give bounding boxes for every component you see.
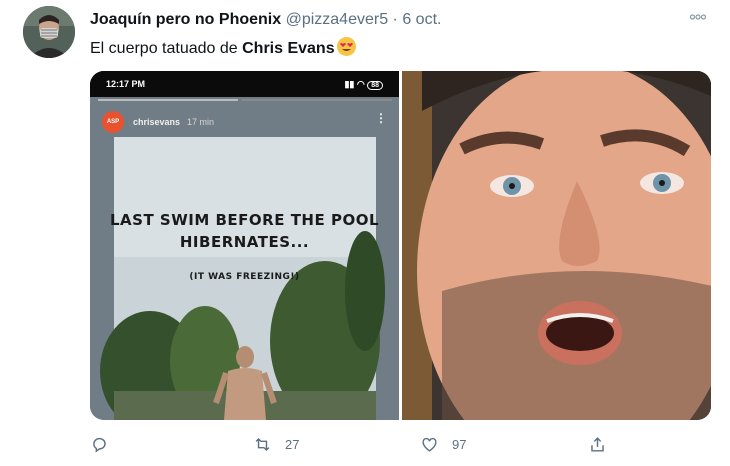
reply-icon: [93, 437, 106, 453]
like-button[interactable]: 97: [420, 430, 466, 458]
status-icons: ▮▮ ◠ 88: [344, 79, 383, 90]
status-time: 12:17 PM: [106, 79, 146, 89]
story-more-icon: ⋮: [375, 111, 387, 125]
retweet-count: 27: [285, 436, 300, 452]
story-content: ASP chrisevans 17 min ⋮ LAST SWIM BEFORE…: [90, 97, 399, 420]
author-handle[interactable]: @pizza4ever5: [286, 11, 389, 28]
reaction-face-image[interactable]: [402, 71, 711, 420]
story-time: 17 min: [187, 117, 215, 127]
header-separator: ·: [392, 11, 398, 28]
more-icon[interactable]: [689, 12, 707, 23]
phone-status-bar: 12:17 PM ▮▮ ◠ 88: [90, 71, 399, 97]
heart-eyes-emoji-icon: [336, 37, 356, 56]
share-icon: [591, 436, 604, 452]
story-caption-line1: LAST SWIM BEFORE THE POOL: [110, 211, 380, 229]
share-button[interactable]: [588, 430, 607, 458]
tweet-actions: 27 97: [90, 430, 711, 458]
story-caption-line2: HIBERNATES...: [179, 233, 310, 251]
story-caption-line3: (IT WAS FREEZING!): [189, 272, 300, 282]
story-username: chrisevans: [133, 117, 181, 127]
heart-icon: [422, 437, 437, 452]
tweet-text: El cuerpo tatuado de Chris Evans: [90, 37, 356, 59]
retweet-icon: [255, 437, 270, 451]
like-count: 97: [452, 436, 467, 452]
tweet-date[interactable]: 6 oct.: [402, 11, 441, 28]
tweet-text-prefix: El cuerpo tatuado de: [90, 40, 243, 57]
tweet-media[interactable]: 12:17 PM ▮▮ ◠ 88 ASP chrisevans 17 min ⋮…: [90, 71, 711, 420]
story-user: ASP chrisevans 17 min: [102, 111, 214, 133]
battery-indicator: 88: [367, 81, 383, 90]
story-screenshot-image[interactable]: 12:17 PM ▮▮ ◠ 88 ASP chrisevans 17 min ⋮…: [90, 71, 399, 420]
story-avatar: ASP: [102, 111, 124, 133]
reply-button[interactable]: [90, 430, 109, 458]
tweet-text-mention: Chris Evans: [242, 40, 335, 57]
tweet-header: Joaquín pero no Phoenix @pizza4ever5 · 6…: [90, 10, 441, 30]
author-avatar[interactable]: [23, 6, 75, 58]
author-name[interactable]: Joaquín pero no Phoenix: [90, 11, 281, 28]
retweet-button[interactable]: 27: [253, 430, 299, 458]
story-caption: LAST SWIM BEFORE THE POOL HIBERNATES...: [110, 209, 379, 253]
signal-icon: ▮▮ ◠: [344, 79, 368, 89]
